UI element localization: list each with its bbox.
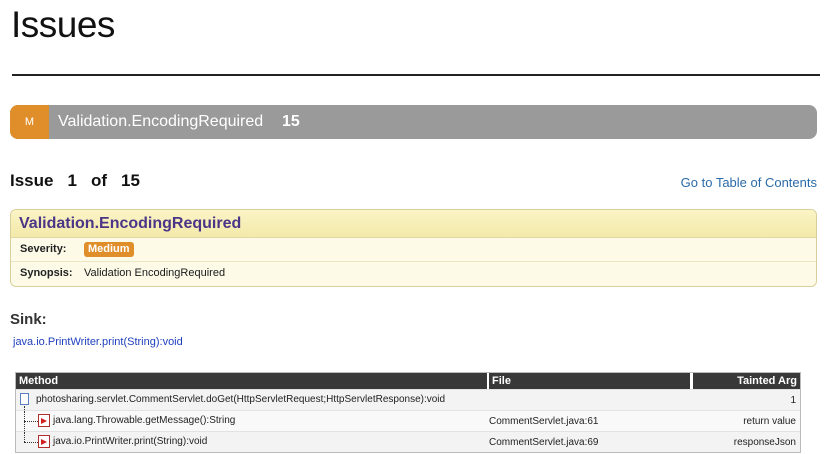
table-row[interactable]: photosharing.servlet.CommentServlet.doGe…	[16, 389, 800, 410]
call-arrow-icon	[38, 435, 50, 448]
severity-row: Severity: Medium	[11, 238, 816, 262]
sink-heading: Sink:	[10, 311, 47, 328]
table-row[interactable]: java.lang.Throwable.getMessage():String …	[16, 410, 800, 431]
column-header-method: Method	[16, 373, 487, 389]
category-bar[interactable]: M Validation.EncodingRequired 15	[10, 105, 817, 139]
toc-link[interactable]: Go to Table of Contents	[681, 175, 817, 190]
column-header-file: File	[489, 373, 690, 389]
call-arrow-icon	[38, 414, 50, 427]
synopsis-label: Synopsis:	[20, 267, 73, 279]
tree-connector-line	[24, 421, 38, 422]
tainted-arg-cell: responseJson	[733, 436, 796, 448]
tainted-arg-cell: 1	[790, 394, 796, 406]
trace-header-row: Method File Tainted Arg	[16, 373, 800, 389]
method-name: java.lang.Throwable.getMessage():String	[53, 415, 236, 426]
page-title: Issues	[11, 4, 115, 45]
file-cell: CommentServlet.java:69	[489, 436, 599, 448]
issue-details: Validation.EncodingRequired Severity: Med…	[10, 209, 817, 287]
issue-counter: Issue 1 of 15	[10, 171, 140, 191]
file-cell: CommentServlet.java:61	[489, 415, 599, 427]
issue-total: 15	[121, 171, 140, 190]
method-name: java.io.PrintWriter.print(String):void	[53, 436, 208, 447]
severity-label: Severity:	[20, 243, 67, 255]
tree-connector-line	[24, 432, 25, 442]
sink-method: java.io.PrintWriter.print(String):void	[13, 336, 183, 348]
issue-of: of	[90, 171, 107, 190]
category-name: Validation.EncodingRequired	[58, 113, 264, 130]
tree-connector-line	[24, 442, 38, 443]
title-divider	[12, 74, 820, 76]
issue-title: Validation.EncodingRequired	[11, 210, 816, 238]
trace-table: Method File Tainted Arg photosharing.ser…	[15, 372, 801, 453]
tainted-arg-cell: return value	[743, 415, 796, 427]
issue-label: Issue	[10, 171, 54, 190]
synopsis-value: Validation EncodingRequired	[84, 267, 226, 279]
severity-badge: Medium	[84, 242, 134, 257]
severity-marker: M	[10, 105, 49, 139]
table-row[interactable]: java.io.PrintWriter.print(String):void C…	[16, 431, 800, 452]
issue-current: 1	[67, 171, 77, 190]
method-name: photosharing.servlet.CommentServlet.doGe…	[36, 394, 446, 405]
category-count: 15	[282, 113, 300, 130]
source-file-icon	[20, 393, 29, 405]
synopsis-row: Synopsis: Validation EncodingRequired	[11, 262, 816, 285]
column-header-tainted-arg: Tainted Arg	[693, 373, 800, 389]
